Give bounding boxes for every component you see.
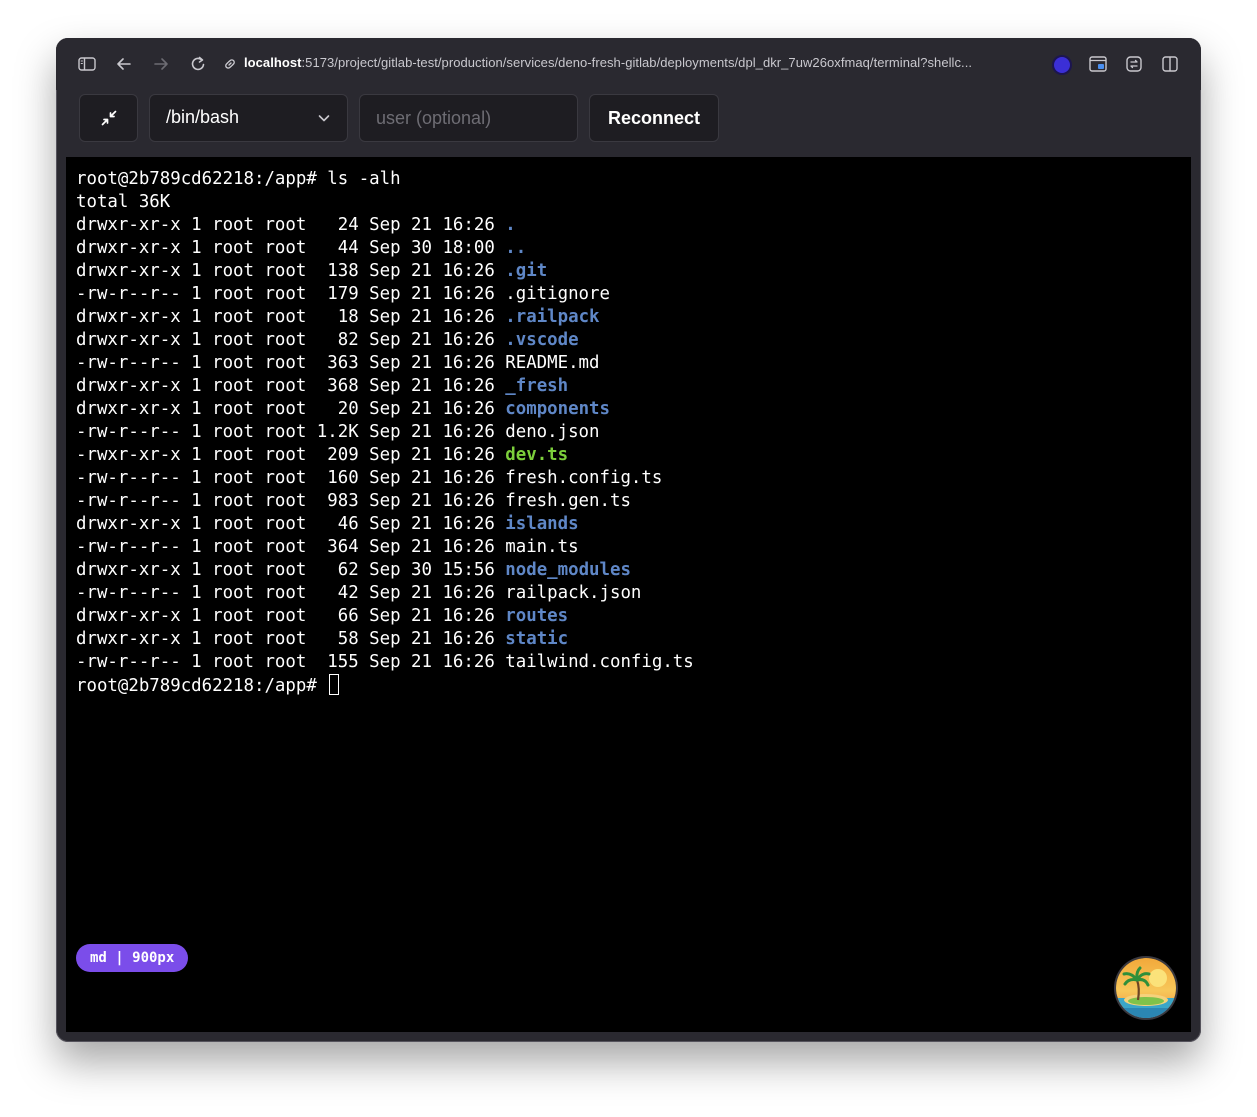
terminal-line: drwxr-xr-x 1 root root 82 Sep 21 16:26 .…	[76, 329, 1181, 352]
shell-select[interactable]: /bin/bash	[149, 94, 348, 142]
terminal-line: total 36K	[76, 191, 1181, 214]
terminal-text: -rw-r--r-- 1 root root 363 Sep 21 16:26 …	[76, 353, 600, 373]
directory-name: .railpack	[505, 307, 600, 327]
page-viewport: /bin/bash Reconnect root@2b789cd62218:/a…	[66, 80, 1191, 1032]
minimize-button[interactable]	[79, 94, 138, 142]
browser-window: localhost:5173/project/gitlab-test/produ…	[56, 38, 1201, 1042]
directory-name: ..	[505, 238, 527, 258]
directory-name: components	[505, 399, 610, 419]
address-bar[interactable]: localhost:5173/project/gitlab-test/produ…	[244, 55, 972, 70]
directory-name: islands	[505, 514, 579, 534]
sidebar-toggle-icon[interactable]	[76, 53, 98, 75]
terminal-text: root@2b789cd62218:/app# ls -alh	[76, 169, 401, 189]
terminal-output[interactable]: root@2b789cd62218:/app# ls -alh total 36K…	[76, 168, 1181, 1028]
extension-icon[interactable]	[1054, 57, 1070, 73]
terminal-line: drwxr-xr-x 1 root root 138 Sep 21 16:26 …	[76, 260, 1181, 283]
url-host: localhost	[244, 55, 302, 70]
terminal-cursor	[329, 674, 340, 695]
terminal-text: drwxr-xr-x 1 root root 82 Sep 21 16:26	[76, 330, 506, 350]
terminal-text: drwxr-xr-x 1 root root 20 Sep 21 16:26	[76, 399, 506, 419]
directory-name: routes	[505, 606, 569, 626]
terminal-line: drwxr-xr-x 1 root root 18 Sep 21 16:26 .…	[76, 306, 1181, 329]
terminal-line: -rw-r--r-- 1 root root 155 Sep 21 16:26 …	[76, 651, 1181, 674]
url-path: :5173/project/gitlab-test/production/ser…	[301, 55, 973, 70]
terminal-text: drwxr-xr-x 1 root root 62 Sep 30 15:56	[76, 560, 506, 580]
directory-name: .git	[505, 261, 548, 281]
terminal-text: -rw-r--r-- 1 root root 983 Sep 21 16:26 …	[76, 491, 631, 511]
terminal-text: -rw-r--r-- 1 root root 160 Sep 21 16:26 …	[76, 468, 663, 488]
terminal-line: -rw-r--r-- 1 root root 160 Sep 21 16:26 …	[76, 467, 1181, 490]
chevron-down-icon	[318, 115, 330, 122]
directory-name: .	[505, 215, 516, 235]
minimize-icon	[101, 110, 116, 126]
terminal-prompt: root@2b789cd62218:/app#	[76, 676, 328, 696]
terminal-text: drwxr-xr-x 1 root root 24 Sep 21 16:26	[76, 215, 506, 235]
palm-island-icon	[1116, 958, 1176, 1018]
terminal-prompt-line: root@2b789cd62218:/app#	[76, 674, 1181, 697]
executable-name: dev.ts	[505, 445, 569, 465]
terminal-line: drwxr-xr-x 1 root root 24 Sep 21 16:26 .	[76, 214, 1181, 237]
terminal-line: drwxr-xr-x 1 root root 58 Sep 21 16:26 s…	[76, 628, 1181, 651]
terminal-toolbar: /bin/bash Reconnect	[66, 80, 1191, 157]
directory-name: node_modules	[505, 560, 631, 580]
terminal-text: drwxr-xr-x 1 root root 18 Sep 21 16:26	[76, 307, 506, 327]
terminal-line: -rw-r--r-- 1 root root 179 Sep 21 16:26 …	[76, 283, 1181, 306]
terminal-line: -rw-r--r-- 1 root root 42 Sep 21 16:26 r…	[76, 582, 1181, 605]
split-view-icon[interactable]	[1159, 53, 1181, 75]
terminal-text: drwxr-xr-x 1 root root 44 Sep 30 18:00	[76, 238, 506, 258]
terminal-line: -rw-r--r-- 1 root root 363 Sep 21 16:26 …	[76, 352, 1181, 375]
terminal-text: -rw-r--r-- 1 root root 1.2K Sep 21 16:26…	[76, 422, 600, 442]
terminal-line: drwxr-xr-x 1 root root 46 Sep 21 16:26 i…	[76, 513, 1181, 536]
directory-name: _fresh	[505, 376, 569, 396]
forward-arrow-icon[interactable]	[150, 53, 172, 75]
breakpoint-badge: md | 900px	[76, 944, 189, 972]
picture-in-picture-icon[interactable]	[1087, 53, 1109, 75]
terminal-line: -rw-r--r-- 1 root root 364 Sep 21 16:26 …	[76, 536, 1181, 559]
terminal-line: root@2b789cd62218:/app# ls -alh	[76, 168, 1181, 191]
terminal-text: -rw-r--r-- 1 root root 364 Sep 21 16:26 …	[76, 537, 579, 557]
terminal-line: drwxr-xr-x 1 root root 368 Sep 21 16:26 …	[76, 375, 1181, 398]
terminal-line: drwxr-xr-x 1 root root 20 Sep 21 16:26 c…	[76, 398, 1181, 421]
terminal-text: drwxr-xr-x 1 root root 46 Sep 21 16:26	[76, 514, 506, 534]
avatar[interactable]	[1116, 958, 1176, 1018]
reconnect-button[interactable]: Reconnect	[589, 94, 719, 142]
terminal-line: -rw-r--r-- 1 root root 1.2K Sep 21 16:26…	[76, 421, 1181, 444]
reload-icon[interactable]	[187, 53, 209, 75]
terminal-line: drwxr-xr-x 1 root root 62 Sep 30 15:56 n…	[76, 559, 1181, 582]
link-icon	[219, 53, 241, 75]
tab-manager-icon[interactable]	[1123, 53, 1145, 75]
terminal-text: drwxr-xr-x 1 root root 58 Sep 21 16:26	[76, 629, 506, 649]
terminal-text: -rw-r--r-- 1 root root 179 Sep 21 16:26 …	[76, 284, 610, 304]
directory-name: .vscode	[505, 330, 579, 350]
terminal-text: -rw-r--r-- 1 root root 42 Sep 21 16:26 r…	[76, 583, 642, 603]
terminal-line: drwxr-xr-x 1 root root 44 Sep 30 18:00 .…	[76, 237, 1181, 260]
terminal-text: total 36K	[76, 192, 171, 212]
terminal-text: drwxr-xr-x 1 root root 66 Sep 21 16:26	[76, 606, 506, 626]
terminal-line: drwxr-xr-x 1 root root 66 Sep 21 16:26 r…	[76, 605, 1181, 628]
terminal-text: -rwxr-xr-x 1 root root 209 Sep 21 16:26	[76, 445, 506, 465]
back-arrow-icon[interactable]	[113, 53, 135, 75]
terminal-text: -rw-r--r-- 1 root root 155 Sep 21 16:26 …	[76, 652, 694, 672]
terminal-text: drwxr-xr-x 1 root root 138 Sep 21 16:26	[76, 261, 506, 281]
directory-name: static	[505, 629, 569, 649]
user-input[interactable]	[359, 94, 578, 142]
terminal-line: -rwxr-xr-x 1 root root 209 Sep 21 16:26 …	[76, 444, 1181, 467]
terminal-line: -rw-r--r-- 1 root root 983 Sep 21 16:26 …	[76, 490, 1181, 513]
shell-select-value: /bin/bash	[166, 107, 240, 127]
terminal-text: drwxr-xr-x 1 root root 368 Sep 21 16:26	[76, 376, 506, 396]
